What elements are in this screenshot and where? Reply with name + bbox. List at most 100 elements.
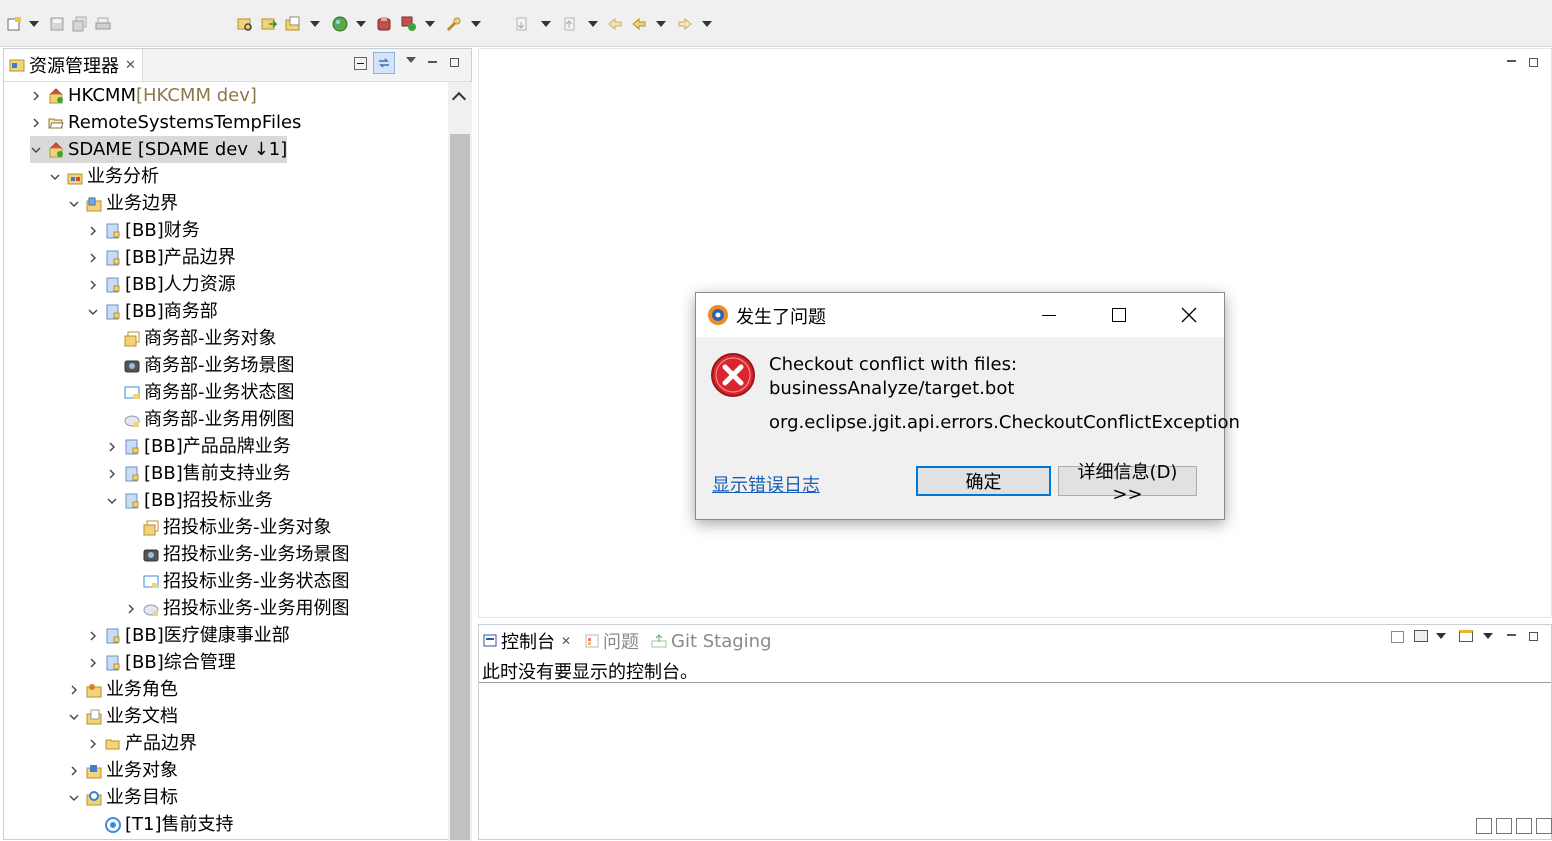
save-all-icon[interactable] [71,15,89,33]
tree-item[interactable]: 招投标业务-业务用例图 [125,595,350,622]
chevron-right-icon[interactable] [87,279,99,291]
tree-item[interactable]: [BB]产品边界 [87,244,236,271]
chevron-right-icon[interactable] [68,684,80,696]
tree-item[interactable]: [BB]售前支持业务 [106,460,291,487]
forward-icon[interactable] [676,15,694,33]
tree-item[interactable]: [BB]财务 [87,217,200,244]
trim-icon-2[interactable] [1496,818,1512,834]
chevron-right-icon[interactable] [87,252,99,264]
trim-icon-3[interactable] [1516,818,1532,834]
trim-icon-1[interactable] [1476,818,1492,834]
minimize-icon[interactable] [428,57,437,63]
chevron-right-icon[interactable] [68,765,80,777]
tree-item[interactable]: 业务分析 [49,163,159,190]
close-icon[interactable]: ✕ [125,58,136,73]
tree-item[interactable]: 商务部-业务对象 [106,325,277,352]
new-dropdown-arrow[interactable] [29,21,39,27]
show-error-log-link[interactable]: 显示错误日志 [712,471,820,497]
save-icon[interactable] [48,15,66,33]
chevron-right-icon[interactable] [106,441,118,453]
display-console-dropdown[interactable] [1436,633,1446,639]
collapse-all-icon[interactable]: − [354,57,367,70]
next-annotation-dropdown[interactable] [541,21,551,27]
link-with-editor-icon[interactable] [373,52,395,74]
tree-item[interactable]: 商务部-业务状态图 [106,379,295,406]
maximize-icon[interactable] [450,58,459,67]
tree-item[interactable]: 产品边界 [87,730,197,757]
pin-console-icon[interactable] [1391,631,1404,643]
scroll-up-arrow[interactable] [451,91,467,107]
print-icon[interactable] [94,15,112,33]
bug-icon[interactable] [375,15,393,33]
run-dropdown-arrow[interactable] [425,21,435,27]
tree-item[interactable]: [BB]医疗健康事业部 [87,622,290,649]
open-resource-icon[interactable] [260,15,278,33]
last-edit-icon[interactable] [606,15,624,33]
chevron-down-icon[interactable] [87,306,99,318]
trim-icon-4[interactable] [1536,818,1552,834]
details-button[interactable]: 详细信息(D) >> [1058,462,1197,505]
chevron-right-icon[interactable] [87,657,99,669]
console-minimize-icon[interactable] [1507,630,1516,636]
tree-item[interactable]: 招投标业务-业务对象 [125,514,332,541]
next-annotation-icon[interactable] [513,15,531,33]
console-maximize-icon[interactable] [1529,632,1538,641]
open-console-dropdown[interactable] [1483,633,1493,639]
chevron-right-icon[interactable] [106,468,118,480]
tree-item[interactable]: SDAME [SDAME dev ↓1] [30,136,288,163]
dialog-titlebar[interactable]: 发生了问题 [696,293,1224,337]
tree-item[interactable]: 业务边界 [68,190,178,217]
globe-icon[interactable] [331,15,349,33]
tree-item[interactable]: 招投标业务-业务场景图 [125,541,350,568]
explorer-scrollbar[interactable] [448,82,472,841]
chevron-down-icon[interactable] [49,171,61,183]
tab-git-staging[interactable]: Git Staging [651,629,772,653]
chevron-down-icon[interactable] [68,792,80,804]
new-wizard-icon[interactable] [5,15,23,33]
scrollbar-thumb[interactable] [450,134,470,840]
tree-item[interactable]: 商务部-业务用例图 [106,406,295,433]
back-dropdown-arrow[interactable] [656,21,666,27]
open-type-icon[interactable] [236,15,254,33]
tree-item[interactable]: [BB]产品品牌业务 [106,433,291,460]
tree-item[interactable]: 业务文档 [68,703,178,730]
folder-dropdown-arrow[interactable] [310,21,320,27]
tab-console[interactable]: 控制台 ✕ [483,629,571,653]
chevron-right-icon[interactable] [87,738,99,750]
chevron-down-icon[interactable] [68,198,80,210]
tree-item[interactable]: [T1]售前支持 [87,811,234,838]
chevron-down-icon[interactable] [68,711,80,723]
open-console-icon[interactable] [1459,630,1473,642]
dialog-maximize-button[interactable] [1084,293,1154,337]
view-menu-icon[interactable] [406,57,416,63]
tree-item[interactable]: [BB]招投标业务 [106,487,273,514]
dialog-minimize-button[interactable] [1014,293,1084,337]
prev-annotation-dropdown[interactable] [588,21,598,27]
forward-dropdown-arrow[interactable] [702,21,712,27]
tree-item[interactable]: 业务对象 [68,757,178,784]
chevron-right-icon[interactable] [30,90,42,102]
tree-item[interactable]: [BB]商务部 [87,298,218,325]
ok-button[interactable]: 确定 [916,466,1051,496]
chevron-right-icon[interactable] [87,630,99,642]
run-icon[interactable] [400,15,418,33]
chevron-right-icon[interactable] [125,603,137,615]
tree-item[interactable]: 业务目标 [68,784,178,811]
tree-item[interactable]: [BB]综合管理 [87,649,236,676]
tree-item[interactable]: HKCMM [HKCMM dev] [30,82,257,109]
dialog-close-button[interactable] [1154,293,1224,337]
chevron-down-icon[interactable] [106,495,118,507]
editor-maximize-icon[interactable] [1529,58,1538,67]
tree-item[interactable]: 招投标业务-业务状态图 [125,568,350,595]
tree-item[interactable]: 业务角色 [68,676,178,703]
display-console-icon[interactable] [1414,630,1428,642]
tab-problems[interactable]: 问题 [585,629,639,653]
tree-item[interactable]: 商务部-业务场景图 [106,352,295,379]
console-close-icon[interactable]: ✕ [561,634,571,648]
globe-dropdown-arrow[interactable] [356,21,366,27]
tree-item[interactable]: RemoteSystemsTempFiles [30,109,301,136]
tab-resource-explorer[interactable]: 资源管理器 ✕ [4,49,143,81]
back-icon[interactable] [630,15,648,33]
search-dropdown-arrow[interactable] [471,21,481,27]
chevron-down-icon[interactable] [30,144,42,156]
